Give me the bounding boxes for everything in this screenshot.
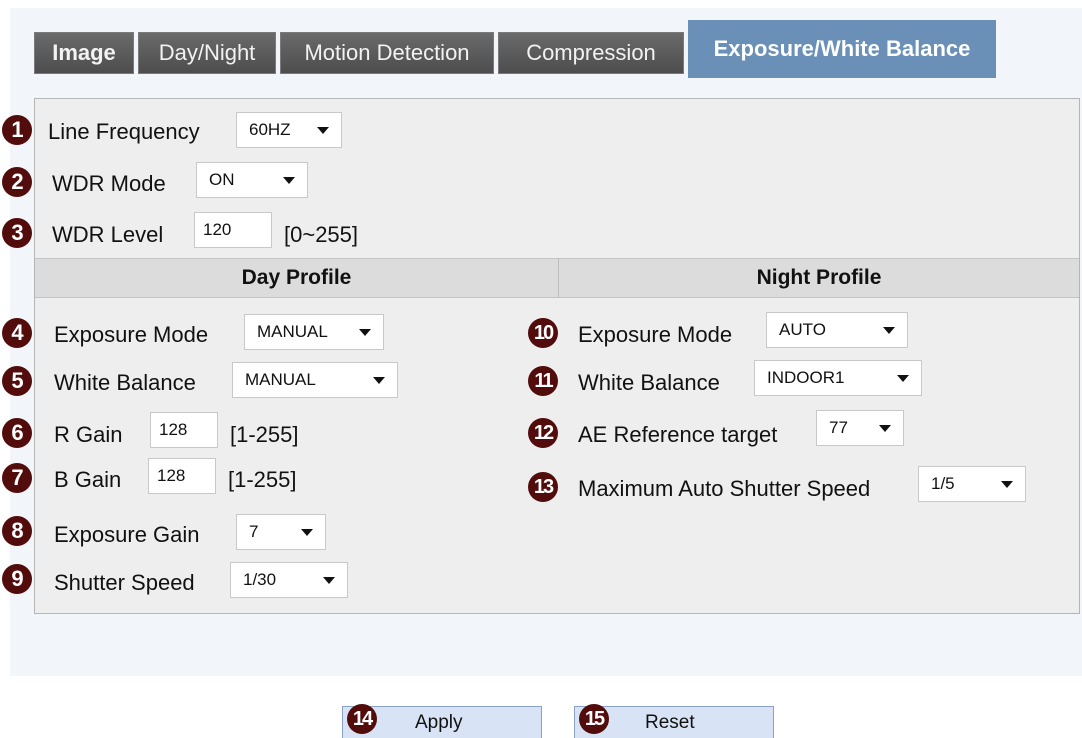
- day-white-balance-value: MANUAL: [245, 370, 316, 389]
- tab-image[interactable]: Image: [34, 32, 134, 74]
- callout-badge-9: 9: [2, 564, 32, 594]
- b-gain-range: [1-255]: [228, 467, 297, 492]
- night-exposure-mode-select[interactable]: AUTO: [766, 312, 908, 348]
- day-white-balance-select[interactable]: MANUAL: [232, 362, 398, 398]
- day-white-balance-label: White Balance: [54, 370, 196, 395]
- apply-button-label: Apply: [415, 712, 463, 733]
- exposure-gain-select[interactable]: 7: [236, 514, 326, 550]
- tab-compression[interactable]: Compression: [498, 32, 684, 74]
- b-gain-label: B Gain: [54, 467, 122, 492]
- r-gain-label: R Gain: [54, 422, 123, 447]
- ae-reference-target-value: 77: [829, 418, 848, 437]
- ae-reference-target-label: AE Reference target: [578, 422, 778, 447]
- wdr-mode-label: WDR Mode: [52, 171, 166, 196]
- chevron-down-icon: [879, 425, 891, 432]
- r-gain-input[interactable]: 128: [150, 412, 218, 448]
- chevron-down-icon: [283, 177, 295, 184]
- callout-badge-10: 10: [528, 318, 558, 348]
- day-profile-header: Day Profile: [35, 258, 558, 298]
- reset-button[interactable]: 15 Reset: [574, 704, 774, 738]
- callout-badge-13: 13: [528, 472, 558, 502]
- chevron-down-icon: [301, 529, 313, 536]
- chevron-down-icon: [897, 375, 909, 382]
- callout-badge-1: 1: [2, 115, 32, 145]
- tab-motion-detection[interactable]: Motion Detection: [280, 32, 494, 74]
- callout-badge-2: 2: [2, 167, 32, 197]
- tab-day-night[interactable]: Day/Night: [138, 32, 276, 74]
- callout-badge-11: 11: [528, 366, 558, 396]
- chevron-down-icon: [317, 127, 329, 134]
- callout-badge-14: 14: [347, 704, 377, 734]
- shutter-speed-select[interactable]: 1/30: [230, 562, 348, 598]
- day-exposure-mode-select[interactable]: MANUAL: [244, 314, 384, 350]
- callout-badge-6: 6: [2, 418, 32, 448]
- callout-badge-12: 12: [528, 418, 558, 448]
- callout-badge-8: 8: [2, 516, 32, 546]
- reset-button-label: Reset: [645, 712, 695, 733]
- chevron-down-icon: [1001, 481, 1013, 488]
- day-exposure-mode-value: MANUAL: [257, 322, 328, 341]
- profile-divider: [558, 258, 559, 298]
- night-exposure-mode-value: AUTO: [779, 320, 826, 339]
- r-gain-range: [1-255]: [230, 422, 299, 447]
- chevron-down-icon: [323, 577, 335, 584]
- chevron-down-icon: [359, 329, 371, 336]
- shutter-speed-label: Shutter Speed: [54, 570, 195, 595]
- apply-button[interactable]: 14 Apply: [342, 704, 542, 738]
- wdr-mode-value: ON: [209, 170, 235, 189]
- night-profile-header: Night Profile: [559, 258, 1079, 298]
- max-auto-shutter-speed-label: Maximum Auto Shutter Speed: [578, 476, 871, 501]
- wdr-level-input[interactable]: 120: [194, 212, 272, 248]
- line-frequency-label: Line Frequency: [48, 119, 200, 144]
- shutter-speed-value: 1/30: [243, 570, 277, 589]
- line-frequency-select[interactable]: 60HZ: [236, 112, 342, 148]
- callout-badge-4: 4: [2, 318, 32, 348]
- chevron-down-icon: [883, 327, 895, 334]
- night-exposure-mode-label: Exposure Mode: [578, 322, 733, 347]
- ae-reference-target-select[interactable]: 77: [816, 410, 904, 446]
- max-auto-shutter-speed-value: 1/5: [931, 474, 955, 493]
- night-white-balance-select[interactable]: INDOOR1: [754, 360, 922, 396]
- callout-badge-5: 5: [2, 366, 32, 396]
- wdr-level-range: [0~255]: [284, 222, 359, 247]
- wdr-level-label: WDR Level: [52, 222, 164, 247]
- night-white-balance-label: White Balance: [578, 370, 720, 395]
- line-frequency-value: 60HZ: [249, 120, 291, 139]
- b-gain-input[interactable]: 128: [148, 458, 216, 494]
- exposure-gain-value: 7: [249, 522, 259, 541]
- tab-exposure-white-balance[interactable]: Exposure/White Balance: [688, 20, 996, 78]
- day-exposure-mode-label: Exposure Mode: [54, 322, 209, 347]
- night-white-balance-value: INDOOR1: [767, 368, 845, 387]
- wdr-mode-select[interactable]: ON: [196, 162, 308, 198]
- callout-badge-7: 7: [2, 463, 32, 493]
- exposure-gain-label: Exposure Gain: [54, 522, 200, 547]
- callout-badge-15: 15: [579, 704, 609, 734]
- max-auto-shutter-speed-select[interactable]: 1/5: [918, 466, 1026, 502]
- chevron-down-icon: [373, 377, 385, 384]
- callout-badge-3: 3: [2, 218, 32, 248]
